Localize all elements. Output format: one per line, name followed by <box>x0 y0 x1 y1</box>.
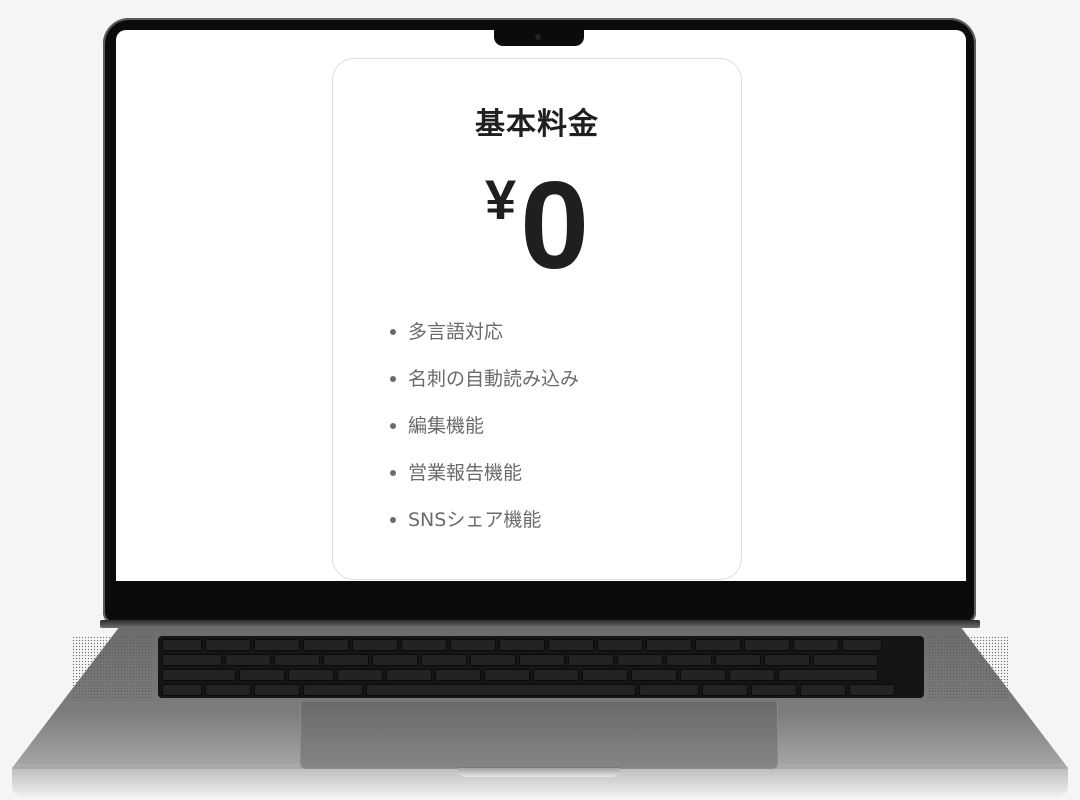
key-row <box>162 639 882 651</box>
key <box>288 669 334 681</box>
feature-label: 編集機能 <box>408 415 485 437</box>
camera-notch <box>494 28 584 46</box>
key <box>778 669 878 681</box>
feature-label: 多言語対応 <box>408 321 504 343</box>
currency-symbol: ¥ <box>484 168 517 231</box>
laptop-screen: 基本料金 ¥0 多言語対応 名刺の自動読み込み 編集機能 営業報告機能 SNSシ… <box>116 30 966 581</box>
lid-open-notch <box>458 767 620 777</box>
speaker-grille-right <box>928 636 1008 698</box>
feature-label: 名刺の自動読み込み <box>408 368 580 390</box>
key <box>751 684 797 696</box>
key <box>617 654 663 666</box>
key <box>744 639 790 651</box>
trackpad <box>300 702 778 769</box>
key <box>729 669 775 681</box>
key <box>323 654 369 666</box>
key <box>813 654 878 666</box>
key <box>450 639 496 651</box>
bullet-icon <box>390 329 396 335</box>
camera-icon <box>535 34 541 40</box>
key <box>519 654 565 666</box>
price-amount: 0 <box>520 157 590 295</box>
key <box>162 654 222 666</box>
bullet-icon <box>390 470 396 476</box>
key-row <box>162 654 878 666</box>
key <box>695 639 741 651</box>
feature-list: 多言語対応 名刺の自動読み込み 編集機能 営業報告機能 SNSシェア機能 <box>388 317 579 552</box>
key <box>274 654 320 666</box>
key <box>162 684 202 696</box>
price-display: ¥0 <box>333 164 741 288</box>
key <box>800 684 846 696</box>
key <box>239 669 285 681</box>
key <box>702 684 748 696</box>
feature-item: 編集機能 <box>388 411 579 458</box>
key <box>205 684 251 696</box>
key <box>484 669 530 681</box>
key <box>303 684 363 696</box>
key <box>254 639 300 651</box>
key <box>715 654 761 666</box>
key <box>303 639 349 651</box>
key-row <box>162 684 895 696</box>
key <box>386 669 432 681</box>
bullet-icon <box>390 376 396 382</box>
bullet-icon <box>390 517 396 523</box>
key <box>680 669 726 681</box>
key <box>568 654 614 666</box>
key <box>666 654 712 666</box>
key-row <box>162 669 878 681</box>
key <box>205 639 251 651</box>
feature-item: 営業報告機能 <box>388 458 579 505</box>
key <box>352 639 398 651</box>
key <box>764 654 810 666</box>
keyboard <box>158 636 924 698</box>
key <box>849 684 895 696</box>
feature-label: SNSシェア機能 <box>408 509 542 531</box>
key <box>162 669 236 681</box>
key <box>533 669 579 681</box>
laptop-mockup: 基本料金 ¥0 多言語対応 名刺の自動読み込み 編集機能 営業報告機能 SNSシ… <box>0 0 1080 800</box>
key <box>548 639 594 651</box>
key <box>421 654 467 666</box>
feature-label: 営業報告機能 <box>408 462 523 484</box>
key <box>162 639 202 651</box>
key <box>582 669 628 681</box>
bullet-icon <box>390 423 396 429</box>
speaker-grille-left <box>72 636 152 698</box>
key <box>470 654 516 666</box>
key <box>337 669 383 681</box>
key <box>842 639 882 651</box>
key <box>646 639 692 651</box>
key <box>499 639 545 651</box>
key <box>372 654 418 666</box>
pricing-card: 基本料金 ¥0 多言語対応 名刺の自動読み込み 編集機能 営業報告機能 SNSシ… <box>332 58 742 580</box>
feature-item: 名刺の自動読み込み <box>388 364 579 411</box>
key <box>631 669 677 681</box>
key <box>254 684 300 696</box>
key <box>401 639 447 651</box>
feature-item: SNSシェア機能 <box>388 505 579 552</box>
key <box>793 639 839 651</box>
feature-item: 多言語対応 <box>388 317 579 364</box>
key <box>225 654 271 666</box>
key <box>435 669 481 681</box>
key <box>366 684 636 696</box>
key <box>639 684 699 696</box>
plan-title: 基本料金 <box>475 107 599 142</box>
key <box>597 639 643 651</box>
